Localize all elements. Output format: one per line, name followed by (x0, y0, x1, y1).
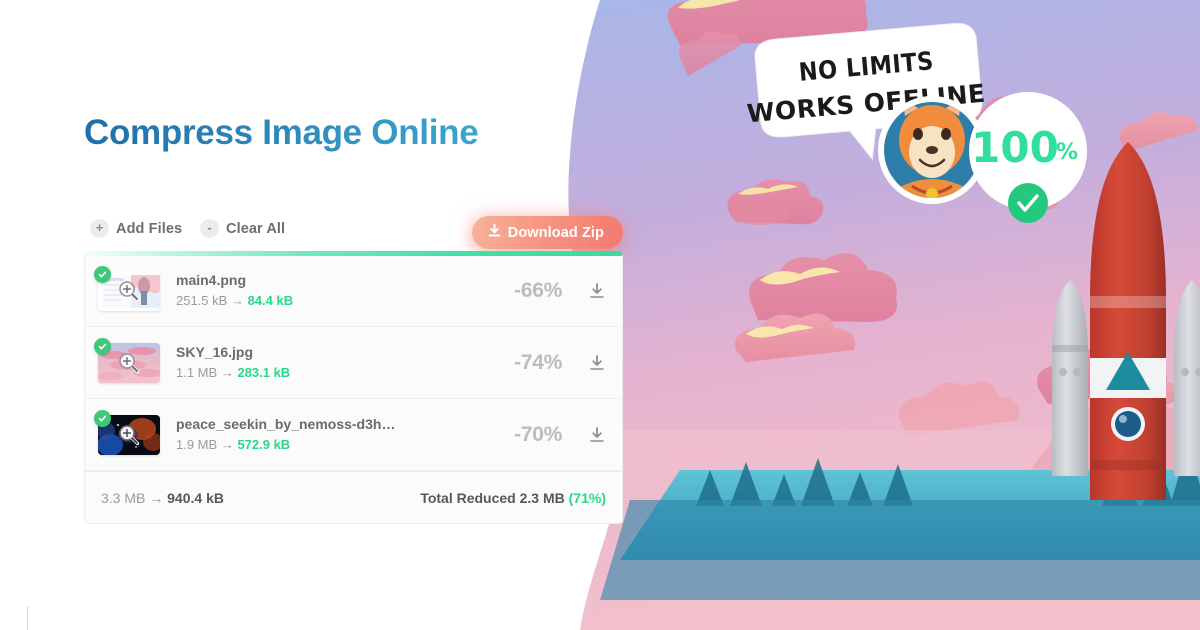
size-before: 251.5 kB (176, 293, 228, 308)
file-name: peace_seekin_by_nemoss-d3h… (176, 416, 396, 432)
file-info: SKY_16.jpg 1.1 MB → 283.1 kB (176, 343, 514, 382)
card-footer: 3.3 MB → 940.4 kB Total Reduced 2.3 MB (… (85, 471, 622, 523)
size-after: 84.4 kB (247, 293, 294, 308)
thumbnail-wrapper[interactable] (94, 337, 160, 383)
arrow-glyph: → (149, 489, 164, 506)
file-name: SKY_16.jpg (176, 344, 254, 360)
add-files-button[interactable]: + Add Files (90, 219, 182, 238)
total-reduced-percent: (71%) (568, 489, 606, 506)
file-sizes: 1.9 MB → 572.9 kB (176, 435, 514, 454)
clear-all-button[interactable]: - Clear All (200, 219, 285, 238)
arrow-glyph: → (220, 365, 234, 380)
status-badge (94, 409, 111, 427)
zoom-in-icon (118, 424, 140, 446)
total-reduced-label: Total Reduced 2.3 MB (420, 489, 565, 506)
page-title: Compress Image Online (84, 113, 479, 152)
download-file-button[interactable] (588, 354, 606, 372)
table-row[interactable]: peace_seekin_by_nemoss-d3h… 1.9 MB → 572… (85, 399, 622, 471)
arrow-glyph: → (220, 437, 234, 452)
file-info: main4.png 251.5 kB → 84.4 kB (176, 271, 514, 310)
total-before: 3.3 MB (101, 489, 146, 506)
size-before: 1.9 MB (176, 437, 218, 452)
progress-badge-unit: % (1056, 140, 1078, 165)
arrow-glyph: → (230, 293, 244, 308)
reduction-percent: -66% (514, 278, 562, 302)
thumbnail-wrapper[interactable] (94, 265, 160, 311)
status-badge (94, 337, 111, 355)
download-icon (488, 223, 501, 242)
zoom-in-icon (118, 280, 140, 302)
download-zip-button[interactable]: Download Zip (471, 216, 623, 249)
clear-all-label: Clear All (226, 220, 286, 237)
minus-icon: - (200, 219, 219, 238)
file-name: main4.png (176, 272, 247, 288)
progress-badge-value: 100 (971, 123, 1059, 172)
table-row[interactable]: main4.png 251.5 kB → 84.4 kB -66% (85, 255, 622, 327)
size-before: 1.1 MB (176, 365, 218, 380)
footer-total-sizes: 3.3 MB → 940.4 kB (101, 490, 224, 506)
download-zip-label: Download Zip (507, 224, 604, 241)
file-info: peace_seekin_by_nemoss-d3h… 1.9 MB → 572… (176, 415, 514, 454)
footer-total-reduced: Total Reduced 2.3 MB (71%) (420, 490, 606, 506)
status-badge (94, 265, 111, 283)
page-edge-artifact (27, 606, 28, 630)
reduction-percent: -70% (514, 422, 562, 446)
size-after: 283.1 kB (237, 365, 291, 380)
reduction-percent: -74% (514, 350, 562, 374)
plus-icon: + (90, 219, 109, 238)
file-list-card: main4.png 251.5 kB → 84.4 kB -66% SKY_16… (84, 251, 623, 524)
file-sizes: 251.5 kB → 84.4 kB (176, 291, 514, 310)
thumbnail-wrapper[interactable] (94, 409, 160, 455)
size-after: 572.9 kB (237, 437, 291, 452)
zoom-in-icon (118, 352, 140, 374)
download-file-button[interactable] (588, 282, 606, 300)
total-after: 940.4 kB (167, 489, 224, 506)
table-row[interactable]: SKY_16.jpg 1.1 MB → 283.1 kB -74% (85, 327, 622, 399)
download-file-button[interactable] (588, 426, 606, 444)
toolbar: + Add Files - Clear All Download Zip (84, 216, 623, 252)
add-files-label: Add Files (116, 220, 183, 237)
file-sizes: 1.1 MB → 283.1 kB (176, 363, 514, 382)
